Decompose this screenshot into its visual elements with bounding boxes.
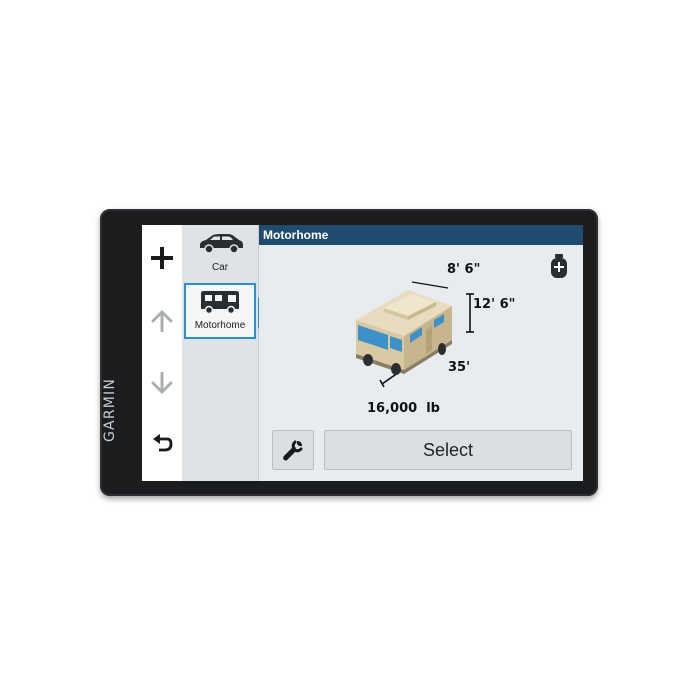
arrow-down-icon [151,372,173,394]
page-title: Motorhome [259,225,583,245]
vehicle-detail-panel: Motorhome 8' 6" 12' 6" 35' 16,000 lb Sel… [259,225,583,481]
vehicle-list: Car Motorhome [182,225,259,481]
vehicle-item-motorhome[interactable]: Motorhome [184,283,256,339]
motorhome-illustration [356,281,474,388]
wrench-icon [283,440,303,461]
arrow-up-icon [151,310,173,332]
vehicle-settings-button[interactable] [272,430,314,470]
back-icon [153,434,173,452]
plus-icon [151,247,173,269]
vehicle-weight: 16,000 lb [367,401,440,416]
add-button[interactable] [146,242,178,274]
scroll-up-button[interactable] [146,305,178,337]
nav-column [142,225,183,481]
select-button[interactable]: Select [324,430,572,470]
back-button[interactable] [146,428,178,460]
motorhome-icon [201,291,239,315]
vehicle-height: 12' 6" [473,297,516,312]
car-icon [200,234,243,254]
brand-logo: GARMIN [102,377,118,442]
screen: Car Motorhome Motorhome 8' 6" 12' 6" 35'… [142,225,583,481]
propane-tank-icon[interactable] [550,253,568,281]
vehicle-label-motorhome: Motorhome [194,320,246,331]
vehicle-item-car[interactable]: Car [184,227,256,283]
scroll-down-button[interactable] [146,367,178,399]
vehicle-width: 8' 6" [447,262,481,277]
vehicle-label-car: Car [211,262,229,273]
vehicle-length: 35' [448,360,471,375]
